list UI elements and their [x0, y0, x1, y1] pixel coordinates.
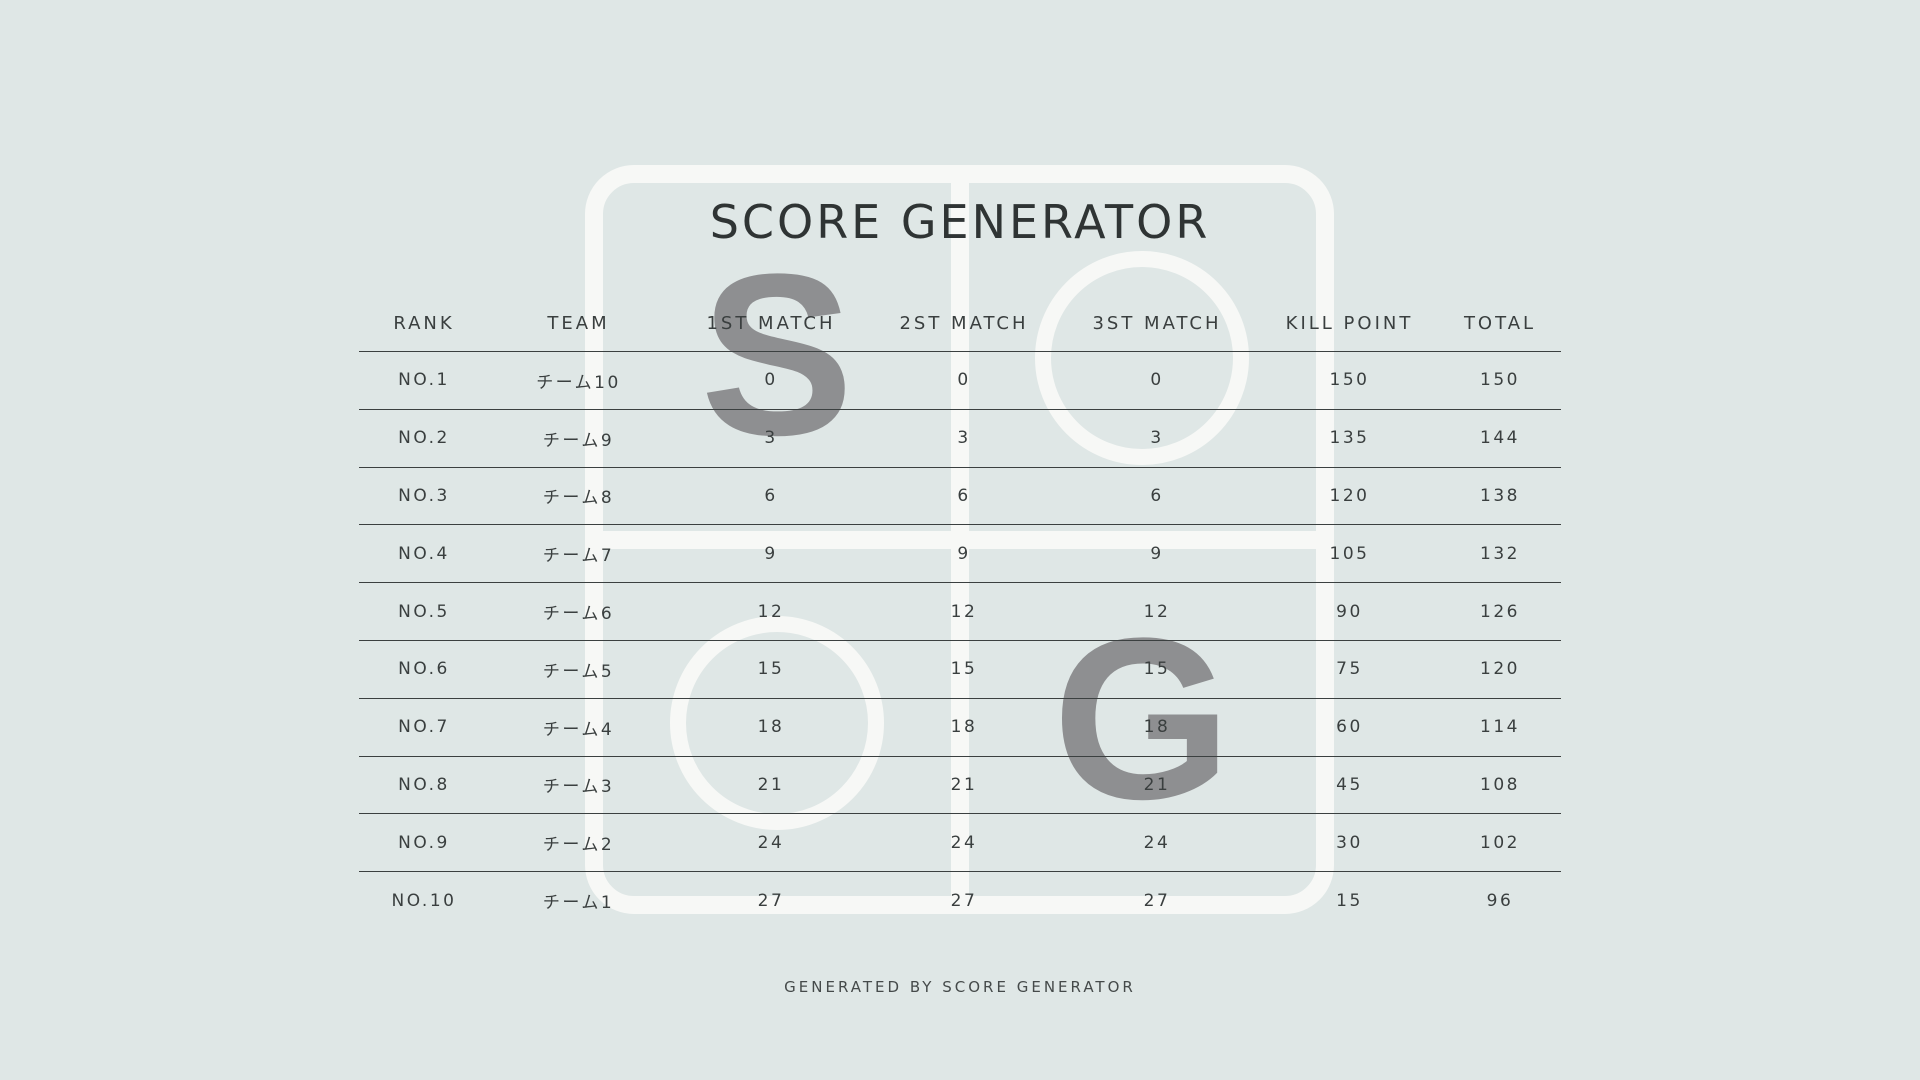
match-2-cell: 12	[874, 582, 1054, 641]
team-cell: チーム5	[489, 640, 668, 699]
header-kill-point: KILL POINT	[1260, 296, 1439, 352]
table-row: NO.4 チーム7 9 9 9 105 132	[359, 524, 1561, 584]
rank-cell: NO.3	[359, 467, 489, 526]
header-total: TOTAL	[1439, 296, 1561, 352]
team-cell: チーム6	[489, 582, 668, 641]
match-1-cell: 21	[668, 756, 874, 815]
table-row: NO.6 チーム5 15 15 15 75 120	[359, 640, 1561, 699]
kill-point-cell: 30	[1260, 813, 1439, 873]
team-cell: チーム3	[489, 756, 668, 815]
match-1-cell: 3	[668, 409, 874, 468]
match-3-cell: 21	[1054, 756, 1260, 815]
page-title: SCORE GENERATOR	[709, 194, 1211, 249]
match-3-cell: 3	[1054, 409, 1260, 468]
total-cell: 126	[1439, 582, 1561, 641]
kill-point-cell: 150	[1260, 351, 1439, 410]
kill-point-cell: 75	[1260, 640, 1439, 699]
match-2-cell: 15	[874, 640, 1054, 699]
total-cell: 138	[1439, 467, 1561, 526]
header-rank: RANK	[359, 296, 489, 352]
table-row: NO.3 チーム8 6 6 6 120 138	[359, 467, 1561, 526]
rank-cell: NO.7	[359, 698, 489, 757]
team-cell: チーム7	[489, 524, 668, 584]
team-cell: チーム8	[489, 467, 668, 526]
total-cell: 96	[1486, 890, 1514, 911]
total-cell: 108	[1439, 756, 1561, 815]
kill-point-cell: 105	[1260, 524, 1439, 584]
kill-point-cell: 15	[1336, 890, 1363, 911]
score-page: S G SCORE GENERATOR RANK TEAM 1ST MATCH …	[0, 0, 1920, 1080]
kill-point-cell: 120	[1260, 467, 1439, 526]
kill-point-cell: 60	[1260, 698, 1439, 757]
team-cell: チーム1	[542, 893, 615, 914]
rank-cell: NO.6	[359, 640, 489, 699]
header-team: TEAM	[489, 296, 668, 352]
total-cell: 132	[1439, 524, 1561, 584]
match-1-cell: 6	[668, 467, 874, 526]
footer-credit: GENERATED BY SCORE GENERATOR	[784, 978, 1136, 996]
table-body: NO.1 チーム10 0 0 0 150 150 NO.2 チーム9 3 3 3…	[359, 351, 1561, 929]
score-table: RANK TEAM 1ST MATCH 2ST MATCH 3ST MATCH …	[359, 296, 1561, 929]
match-3-cell: 18	[1054, 698, 1260, 757]
total-cell: 144	[1439, 409, 1561, 468]
kill-point-cell: 45	[1260, 756, 1439, 815]
table-row: NO.5 チーム6 12 12 12 90 126	[359, 582, 1561, 641]
team-cell: チーム9	[489, 409, 668, 468]
match-1-cell: 0	[668, 351, 874, 410]
rank-cell: NO.9	[359, 813, 489, 873]
header-3st-match: 3ST MATCH	[1054, 296, 1260, 352]
match-2-cell: 6	[874, 467, 1054, 526]
match-2-cell: 24	[874, 813, 1054, 873]
match-3-cell: 6	[1054, 467, 1260, 526]
rank-cell: NO.10	[391, 890, 457, 911]
kill-point-cell: 90	[1260, 582, 1439, 641]
table-row: NO.2 チーム9 3 3 3 135 144	[359, 409, 1561, 468]
match-1-cell: 27	[757, 890, 785, 911]
header-1st-match: 1ST MATCH	[668, 296, 874, 352]
table-header-row: RANK TEAM 1ST MATCH 2ST MATCH 3ST MATCH …	[359, 296, 1561, 352]
match-3-cell: 24	[1054, 813, 1260, 873]
match-1-cell: 9	[668, 524, 874, 584]
team-cell: チーム10	[489, 351, 668, 410]
team-cell: チーム2	[489, 813, 668, 873]
match-2-cell: 3	[874, 409, 1054, 468]
match-2-cell: 21	[874, 756, 1054, 815]
table-row: NO.10 チーム1 27 27 27 15 96	[359, 872, 1561, 929]
match-1-cell: 15	[668, 640, 874, 699]
total-cell: 150	[1439, 351, 1561, 410]
match-3-cell: 9	[1054, 524, 1260, 584]
table-row: NO.8 チーム3 21 21 21 45 108	[359, 756, 1561, 815]
total-cell: 120	[1439, 640, 1561, 699]
table-row: NO.7 チーム4 18 18 18 60 114	[359, 698, 1561, 757]
match-3-cell: 27	[1143, 890, 1171, 911]
table-row: NO.1 チーム10 0 0 0 150 150	[359, 351, 1561, 410]
match-2-cell: 18	[874, 698, 1054, 757]
match-2-cell: 0	[874, 351, 1054, 410]
team-cell: チーム4	[489, 698, 668, 757]
header-2st-match: 2ST MATCH	[874, 296, 1054, 352]
rank-cell: NO.1	[359, 351, 489, 410]
match-1-cell: 12	[668, 582, 874, 641]
match-2-cell: 27	[950, 890, 978, 911]
match-3-cell: 0	[1054, 351, 1260, 410]
rank-cell: NO.2	[359, 409, 489, 468]
match-1-cell: 18	[668, 698, 874, 757]
rank-cell: NO.8	[359, 756, 489, 815]
match-2-cell: 9	[874, 524, 1054, 584]
rank-cell: NO.5	[359, 582, 489, 641]
match-3-cell: 15	[1054, 640, 1260, 699]
rank-cell: NO.4	[359, 524, 489, 584]
total-cell: 114	[1439, 698, 1561, 757]
match-1-cell: 24	[668, 813, 874, 873]
total-cell: 102	[1439, 813, 1561, 873]
kill-point-cell: 135	[1260, 409, 1439, 468]
match-3-cell: 12	[1054, 582, 1260, 641]
table-row: NO.9 チーム2 24 24 24 30 102	[359, 813, 1561, 873]
